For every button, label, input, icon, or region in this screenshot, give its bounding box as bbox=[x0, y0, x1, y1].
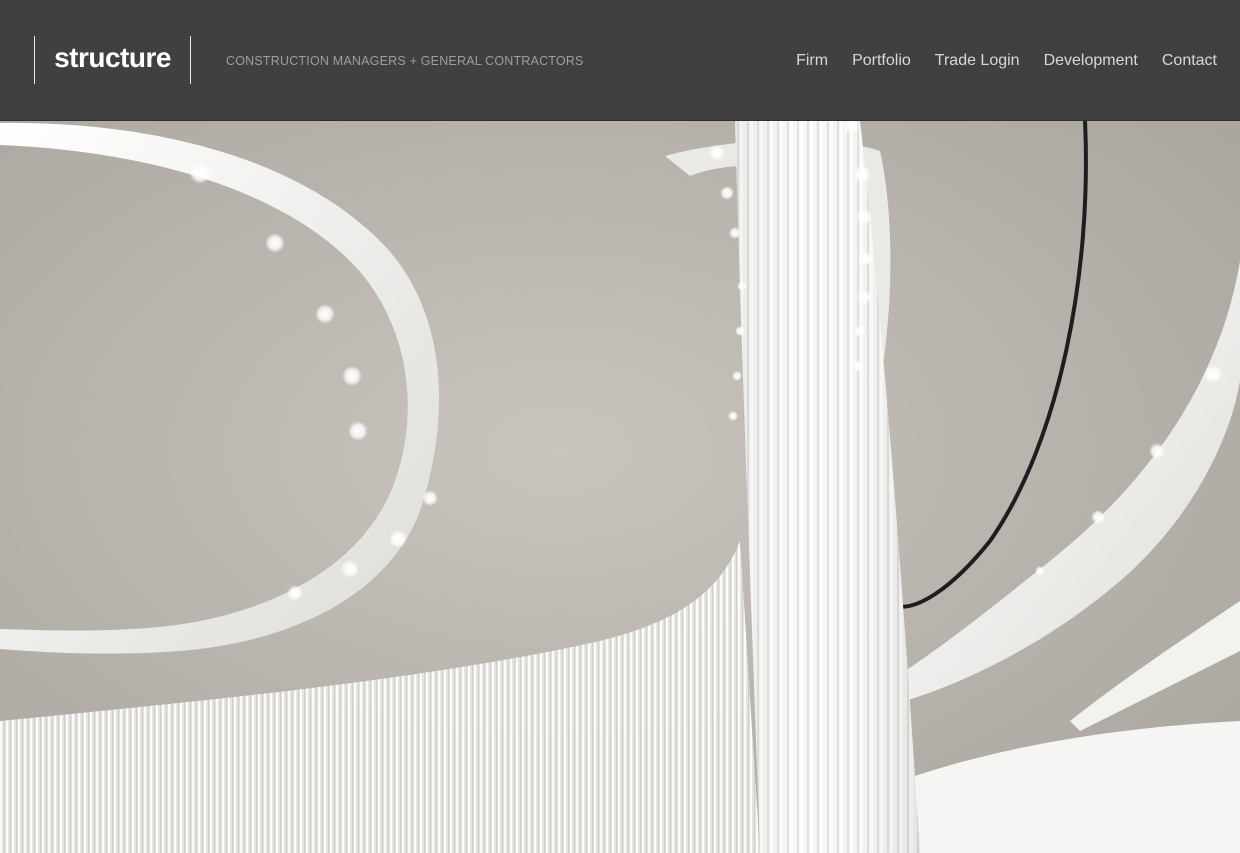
nav-item-trade-login[interactable]: Trade Login bbox=[935, 52, 1020, 70]
hero-image bbox=[0, 121, 1240, 853]
nav-item-portfolio[interactable]: Portfolio bbox=[852, 52, 911, 70]
main-nav: Firm Portfolio Trade Login Development C… bbox=[796, 52, 1217, 70]
logo-text[interactable]: structure bbox=[54, 42, 171, 74]
hero-illustration bbox=[0, 121, 1240, 853]
nav-item-contact[interactable]: Contact bbox=[1162, 52, 1217, 70]
logo[interactable]: structure bbox=[34, 36, 191, 84]
site-header: structure CONSTRUCTION MANAGERS + GENERA… bbox=[0, 0, 1240, 121]
nav-item-development[interactable]: Development bbox=[1044, 52, 1138, 70]
nav-item-firm[interactable]: Firm bbox=[796, 52, 828, 70]
tagline: CONSTRUCTION MANAGERS + GENERAL CONTRACT… bbox=[226, 54, 584, 68]
